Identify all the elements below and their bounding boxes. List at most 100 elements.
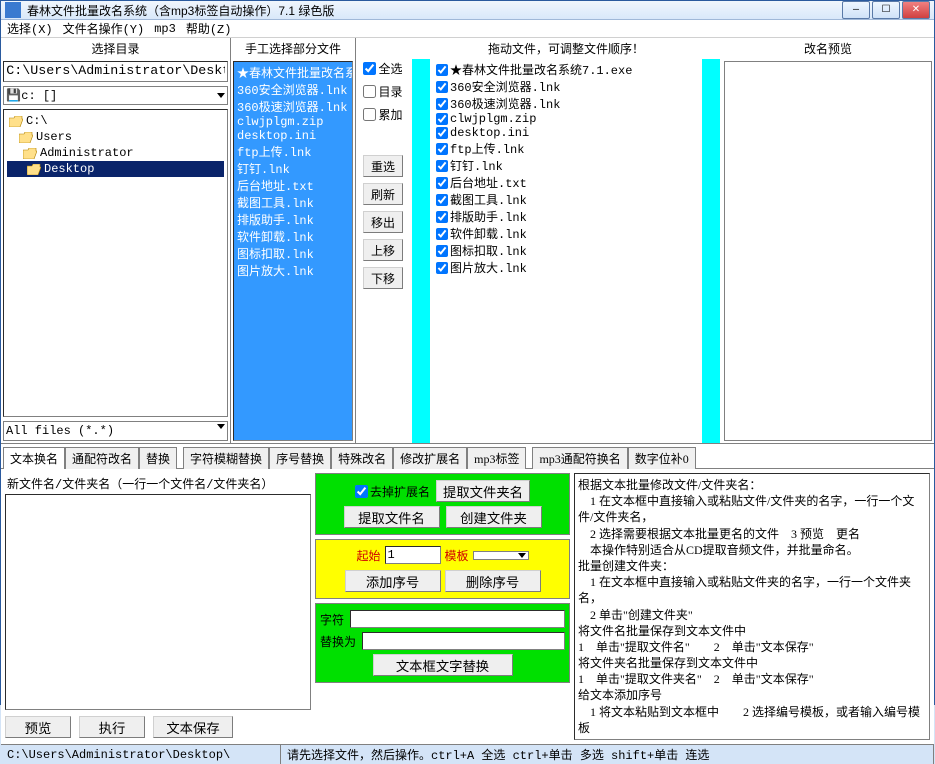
move-up-button[interactable]: 上移 [363,239,403,261]
file-list-item[interactable]: 排版助手.lnk [236,211,350,228]
drag-list-item[interactable]: ftp上传.lnk [436,140,696,157]
create-folder-button[interactable]: 创建文件夹 [446,506,542,528]
file-list-item[interactable]: 软件卸载.lnk [236,228,350,245]
template-combo[interactable] [473,551,529,560]
drag-item-checkbox[interactable] [436,194,448,206]
drag-list-item[interactable]: 后台地址.txt [436,174,696,191]
file-list-item[interactable]: 360极速浏览器.lnk [236,98,350,115]
tab-text-rename[interactable]: 文本换名 [3,447,65,469]
file-list-item[interactable]: 图标扣取.lnk [236,245,350,262]
drag-list-item[interactable]: 截图工具.lnk [436,191,696,208]
tab-seq[interactable]: 序号替换 [269,447,331,469]
reselect-button[interactable]: 重选 [363,155,403,177]
drag-item-checkbox[interactable] [436,64,448,76]
del-seq-button[interactable]: 删除序号 [445,570,541,592]
drag-item-checkbox[interactable] [436,177,448,189]
drive-combo[interactable]: 💾 c: [] [3,86,227,105]
file-list[interactable]: ★春林文件批量改名系360安全浏览器.lnk360极速浏览器.lnkclwjpl… [233,61,353,441]
close-button[interactable]: ✕ [902,1,930,19]
drag-list-item[interactable]: 360极速浏览器.lnk [436,95,696,112]
drag-item-checkbox[interactable] [436,143,448,155]
drag-list-item[interactable]: 钉钉.lnk [436,157,696,174]
add-seq-button[interactable]: 添加序号 [345,570,441,592]
drag-item-checkbox[interactable] [436,160,448,172]
file-list-item[interactable]: desktop.ini [236,129,350,143]
new-names-textarea[interactable] [5,494,311,710]
chk-strip-ext[interactable]: 去掉扩展名 [355,483,430,500]
chk-select-all[interactable]: 全选 [363,60,402,77]
tab-wildcard[interactable]: 通配符改名 [65,447,139,469]
filter-combo[interactable]: All files (*.*) [3,421,228,441]
file-list-item[interactable]: ftp上传.lnk [236,143,350,160]
text-replace-button[interactable]: 文本框文字替换 [373,654,513,676]
tab-digit-pad[interactable]: 数字位补0 [628,447,696,469]
menu-mp3[interactable]: mp3 [154,22,176,36]
drag-item-checkbox[interactable] [436,127,448,139]
menubar: 选择(X) 文件名操作(Y) mp3 帮助(Z) [1,20,934,38]
drag-item-checkbox[interactable] [436,245,448,257]
drag-item-checkbox[interactable] [436,113,448,125]
minimize-button[interactable]: — [842,1,870,19]
drag-item-checkbox[interactable] [436,228,448,240]
drag-list-item[interactable]: 排版助手.lnk [436,208,696,225]
chk-accumulate[interactable]: 累加 [363,106,402,123]
move-down-button[interactable]: 下移 [363,267,403,289]
file-list-item[interactable]: clwjplgm.zip [236,115,350,129]
drag-list[interactable]: ★春林文件批量改名系统7.1.exe360安全浏览器.lnk360极速浏览器.l… [434,59,698,443]
tab-ext[interactable]: 修改扩展名 [393,447,467,469]
tab-mp3-wildcard[interactable]: mp3通配符换名 [532,447,627,469]
drag-list-item[interactable]: 图标扣取.lnk [436,242,696,259]
file-list-item[interactable]: ★春林文件批量改名系 [236,64,350,81]
drag-item-checkbox[interactable] [436,98,448,110]
folder-tree[interactable]: C:\ Users Administrator Desktop [3,109,228,417]
char-input[interactable] [350,610,565,628]
drag-item-checkbox[interactable] [436,81,448,93]
file-list-item[interactable]: 截图工具.lnk [236,194,350,211]
drag-list-item[interactable]: 360安全浏览器.lnk [436,78,696,95]
refresh-button[interactable]: 刷新 [363,183,403,205]
chevron-down-icon [217,93,225,98]
filter-label: All files (*.*) [6,424,114,438]
file-list-item[interactable]: 后台地址.txt [236,177,350,194]
menu-filename[interactable]: 文件名操作(Y) [63,20,145,37]
maximize-button[interactable]: ☐ [872,1,900,19]
path-input[interactable] [3,61,227,82]
file-list-item[interactable]: 钉钉.lnk [236,160,350,177]
tab-fuzzy[interactable]: 字符模糊替换 [183,447,269,469]
drag-list-item[interactable]: ★春林文件批量改名系统7.1.exe [436,61,696,78]
drag-list-item[interactable]: clwjplgm.zip [436,112,696,126]
window-title: 春林文件批量改名系统（含mp3标签自动操作）7.1 绿色版 [27,2,842,19]
file-list-item[interactable]: 360安全浏览器.lnk [236,81,350,98]
tab-replace[interactable]: 替换 [139,447,177,469]
file-list-item[interactable]: 图片放大.lnk [236,262,350,279]
green-box-bottom: 字符 替换为 文本框文字替换 [315,603,570,683]
drag-list-item[interactable]: desktop.ini [436,126,696,140]
status-path: C:\Users\Administrator\Desktop\ [1,745,281,764]
files-header: 手工选择部分文件 [231,38,355,59]
move-out-button[interactable]: 移出 [363,211,403,233]
chk-dir[interactable]: 目录 [363,83,402,100]
tree-admin[interactable]: Administrator [7,145,224,161]
execute-button[interactable]: 执行 [79,716,145,738]
chevron-down-icon [518,553,526,558]
start-spin[interactable]: 1 [385,546,441,564]
extract-file-button[interactable]: 提取文件名 [344,506,440,528]
tab-mp3[interactable]: mp3标签 [467,447,526,469]
drag-header: 拖动文件，可调整文件顺序！ [410,38,722,59]
cyan-bar-right [702,59,720,443]
drag-item-checkbox[interactable] [436,211,448,223]
tree-users[interactable]: Users [7,129,224,145]
tab-special[interactable]: 特殊改名 [331,447,393,469]
drag-item-checkbox[interactable] [436,262,448,274]
tree-desktop[interactable]: Desktop [7,161,224,177]
preview-button[interactable]: 预览 [5,716,71,738]
menu-select[interactable]: 选择(X) [7,20,53,37]
extract-folder-button[interactable]: 提取文件夹名 [436,480,530,502]
drag-list-item[interactable]: 图片放大.lnk [436,259,696,276]
replace-input[interactable] [362,632,565,650]
yellow-box: 起始 1 模板 添加序号 删除序号 [315,539,570,599]
text-save-button[interactable]: 文本保存 [153,716,233,738]
drag-list-item[interactable]: 软件卸载.lnk [436,225,696,242]
tree-root[interactable]: C:\ [7,113,224,129]
menu-help[interactable]: 帮助(Z) [186,20,232,37]
